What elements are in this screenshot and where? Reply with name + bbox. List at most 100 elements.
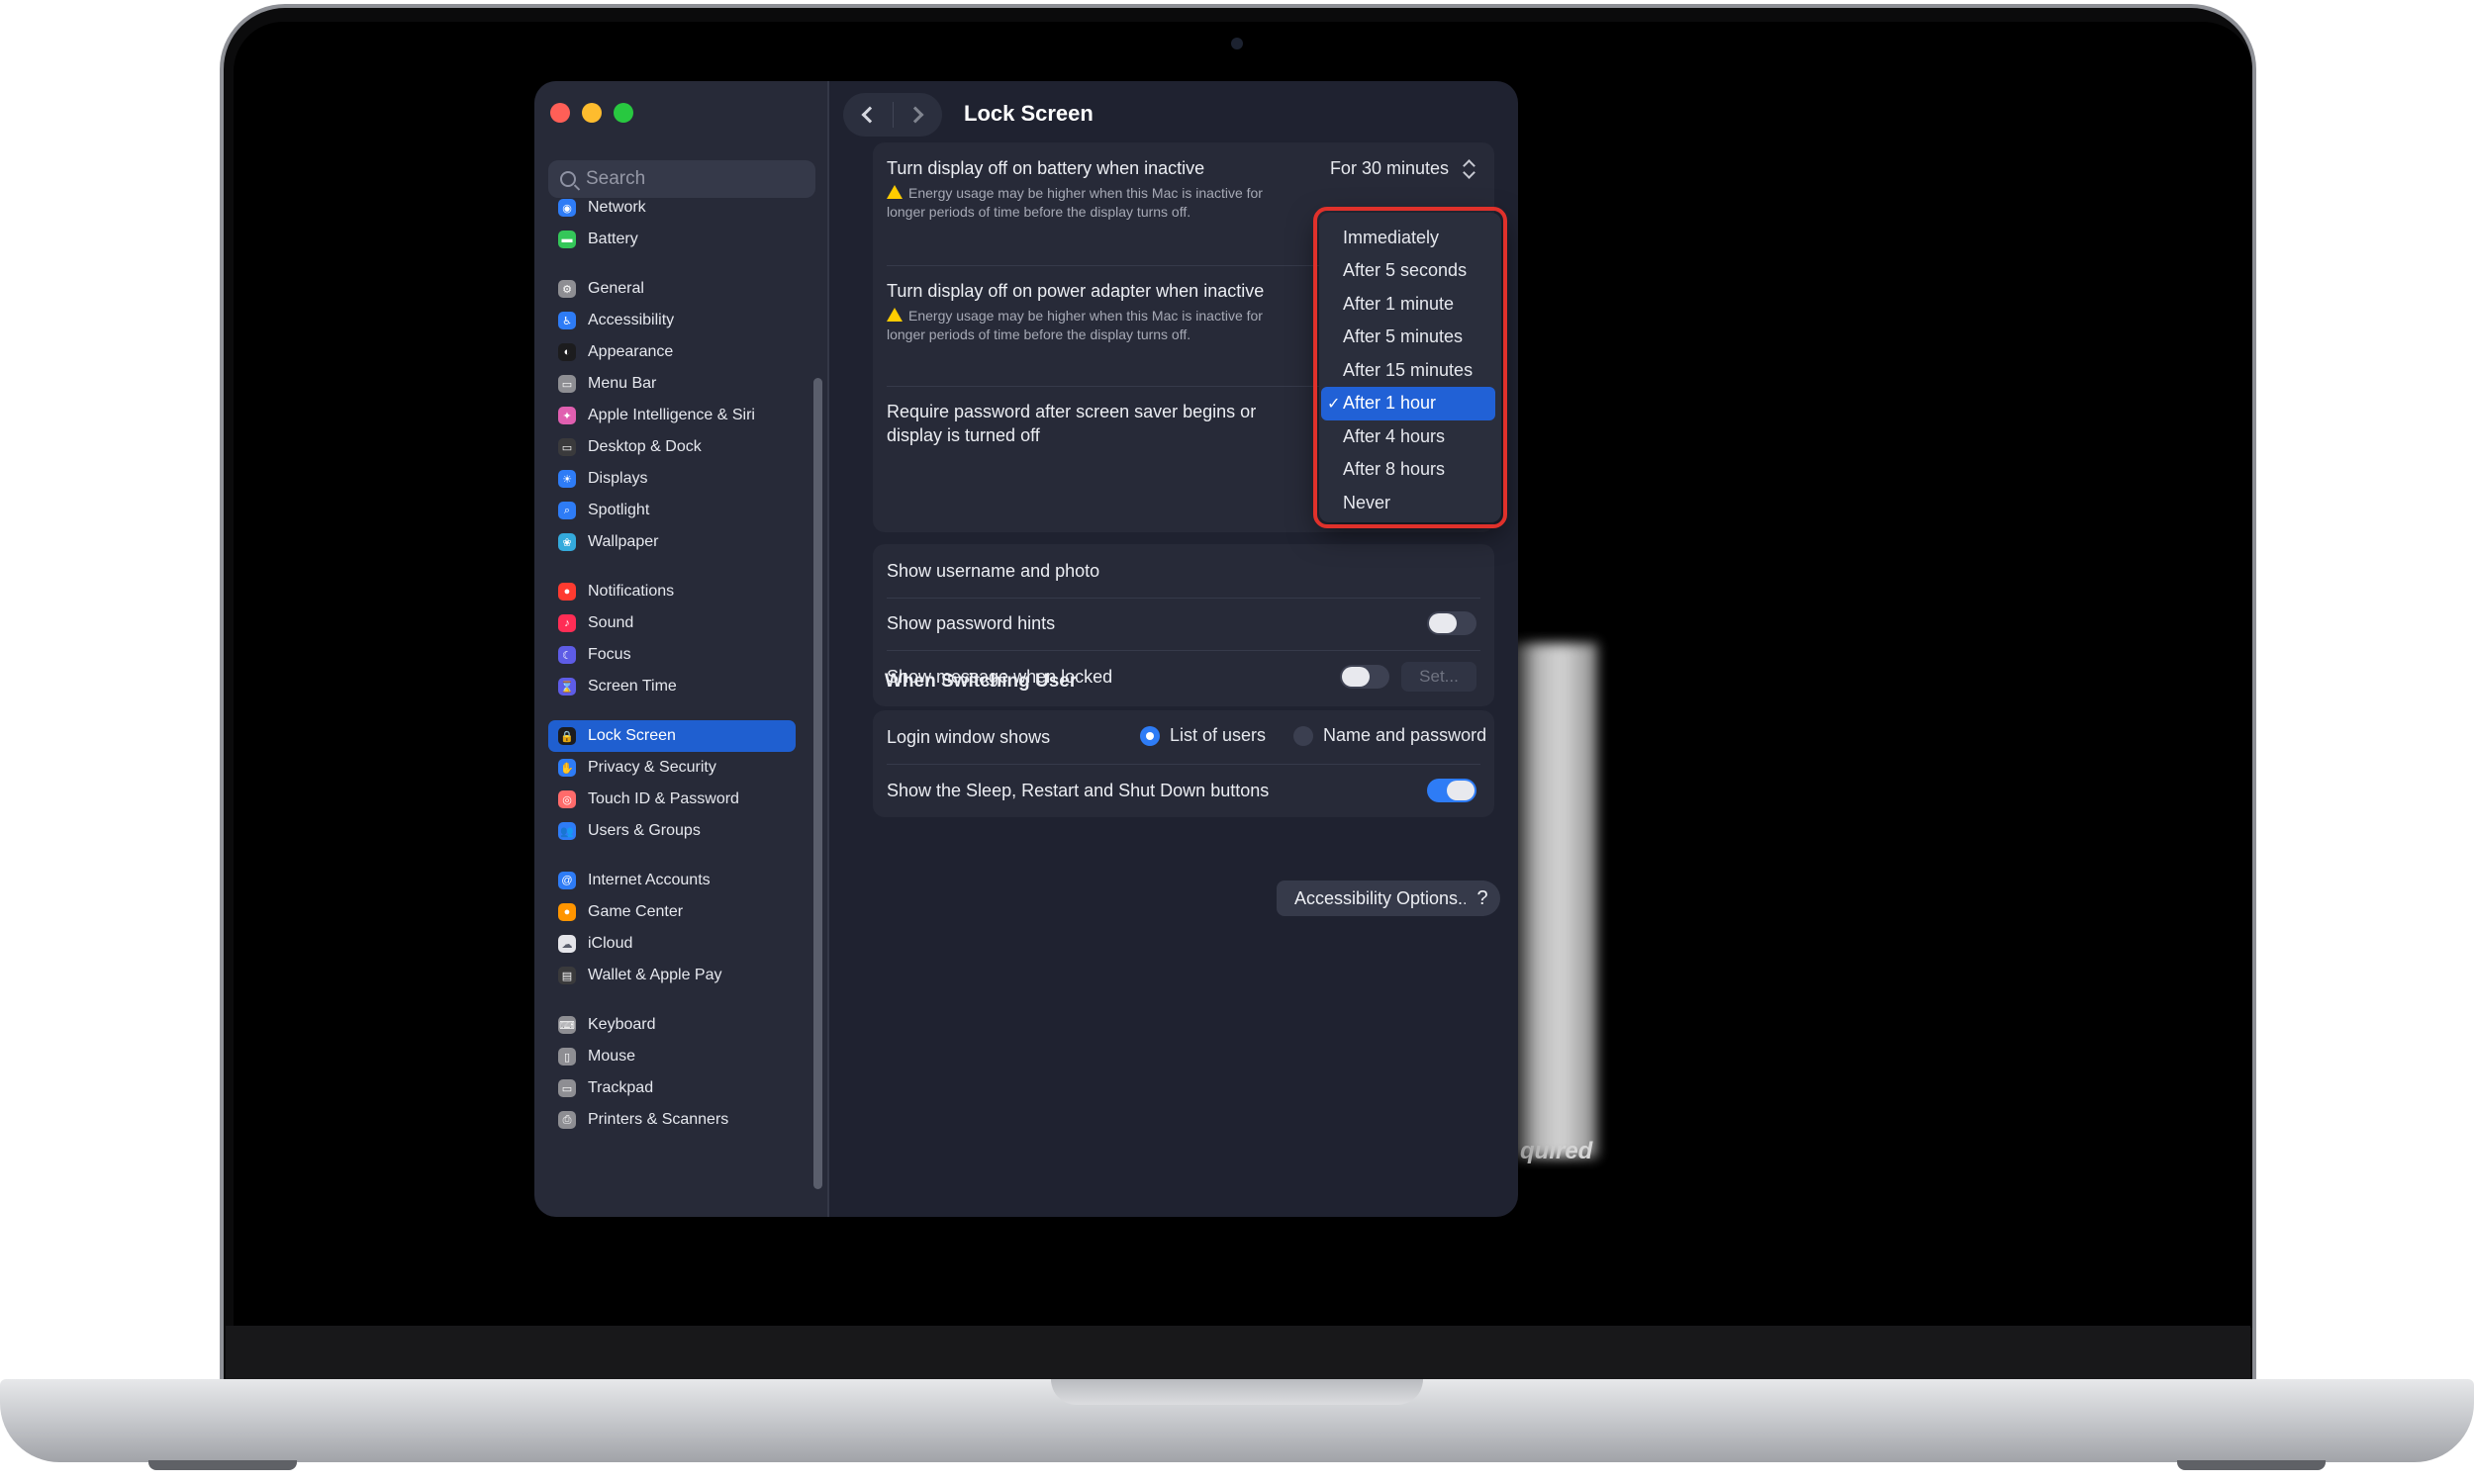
sidebar-item-focus[interactable]: ☾ Focus [548,639,796,671]
warning-icon [887,185,903,199]
sidebar-item-label: Trackpad [588,1079,654,1096]
sidebar-item-label: Menu Bar [588,375,657,392]
sidebar-item-label: Notifications [588,583,675,600]
sidebar-item-general[interactable]: ⚙ General [548,273,796,305]
toggle-knob [1429,613,1457,633]
sidebar-item-notifications[interactable]: ● Notifications [548,576,796,607]
sidebar-item-appearance[interactable]: ◐ Appearance [548,336,796,368]
sidebar-item-game-center[interactable]: ● Game Center [548,896,796,928]
sidebar-scrollbar[interactable] [813,378,822,1189]
fingerprint-icon: ◎ [558,790,576,808]
sidebar-item-network[interactable]: ◉ Network [548,192,796,224]
desktop-wallpaper-fragment [1508,643,1597,1158]
sidebar-item-label: Sound [588,614,634,631]
base-notch [1051,1379,1423,1405]
sidebar-item-screen-time[interactable]: ⌛ Screen Time [548,671,796,702]
sidebar-item-touch-id-password[interactable]: ◎ Touch ID & Password [548,784,796,815]
sidebar-item-label: Wallet & Apple Pay [588,967,722,983]
battery-icon: ▬ [558,231,576,248]
laptop-foot-right [2177,1460,2326,1470]
sidebar-item-wallet-apple-pay[interactable]: ▤ Wallet & Apple Pay [548,960,796,991]
search-input[interactable] [586,168,784,190]
sidebar-item-menu-bar[interactable]: ▭ Menu Bar [548,368,796,400]
row-divider [887,764,1480,765]
sidebar-item-displays[interactable]: ☀ Displays [548,463,796,495]
sidebar-item-label: Focus [588,646,631,663]
bottom-bezel [226,1326,2250,1381]
radio-name-and-password[interactable]: Name and password [1293,725,1486,746]
battery-display-off-popup[interactable]: For 30 minutes [1330,158,1476,179]
siri-icon: ✦ [558,407,576,424]
users-icon: 👥 [558,822,576,840]
sidebar-item-apple-intelligence-siri[interactable]: ✦ Apple Intelligence & Siri [548,400,796,431]
battery-display-off-note: Energy usage may be higher when this Mac… [887,185,1263,220]
radio-list-of-users[interactable]: List of users [1140,725,1266,746]
sidebar-item-label: Privacy & Security [588,759,716,776]
mouse-icon: ▯ [558,1048,576,1066]
row-divider [887,650,1480,651]
sidebar-item-label: Game Center [588,903,684,920]
toggle-knob [1342,667,1370,687]
show-hints-toggle[interactable] [1427,611,1476,635]
trackpad-icon: ▭ [558,1079,576,1097]
search-icon [560,171,576,187]
sidebar-item-privacy-security[interactable]: ✋ Privacy & Security [548,752,796,784]
sidebar-item-lock-screen[interactable]: 🔒 Lock Screen [548,720,796,752]
appearance-icon: ◐ [558,343,576,361]
sidebar-item-label: Displays [588,470,648,487]
close-button[interactable] [550,103,570,123]
laptop-foot-left [148,1460,297,1470]
toolbar: Lock Screen [831,81,1518,144]
camera-icon [1231,38,1243,49]
lock-icon: 🔒 [558,727,576,745]
accessibility-icon: ♿ [558,312,576,329]
sidebar-item-keyboard[interactable]: ⌨ Keyboard [548,1009,796,1041]
keyboard-icon: ⌨ [558,1016,576,1034]
help-button[interactable]: ? [1465,881,1500,916]
sidebar-item-battery[interactable]: ▬ Battery [548,224,796,255]
page-title: Lock Screen [964,101,1094,126]
chevron-right-icon [906,106,924,124]
require-password-title: Require password after screen saver begi… [887,402,1257,445]
sidebar-item-icloud[interactable]: ☁ iCloud [548,928,796,960]
sidebar-item-label: Users & Groups [588,822,701,839]
sidebar-item-desktop-dock[interactable]: ▭ Desktop & Dock [548,431,796,463]
gear-icon: ⚙ [558,280,576,298]
accessibility-options-button[interactable]: Accessibility Options... [1277,881,1491,916]
sidebar-item-trackpad[interactable]: ▭ Trackpad [548,1072,796,1104]
spotlight-icon: ⌕ [558,502,576,519]
at-icon: @ [558,872,576,889]
sidebar-item-mouse[interactable]: ▯ Mouse [548,1041,796,1072]
sidebar-item-label: Spotlight [588,502,650,518]
sleep-buttons-toggle[interactable] [1427,779,1476,802]
sidebar-item-users-groups[interactable]: 👥 Users & Groups [548,815,796,847]
sidebar-item-label: Touch ID & Password [588,790,739,807]
sidebar-item-sound[interactable]: ♪ Sound [548,607,796,639]
show-message-toggle[interactable] [1340,665,1389,689]
sidebar-item-label: iCloud [588,935,633,952]
sidebar: ◉ Network ▬ Battery ⚙ General ♿ Accessibility ◐ A… [534,81,829,1217]
radio-button [1293,725,1313,746]
notifications-icon: ● [558,583,576,601]
show-username-title: Show username and photo [887,561,1100,581]
sidebar-item-label: Wallpaper [588,533,659,550]
zoom-button[interactable] [614,103,633,123]
screen-time-icon: ⌛ [558,678,576,696]
chevron-left-icon [861,106,879,124]
sidebar-item-internet-accounts[interactable]: @ Internet Accounts [548,865,796,896]
sidebar-item-accessibility[interactable]: ♿ Accessibility [548,305,796,336]
focus-icon: ☾ [558,646,576,664]
minimize-button[interactable] [582,103,602,123]
set-message-button[interactable]: Set... [1401,662,1476,692]
sleep-buttons-title: Show the Sleep, Restart and Shut Down bu… [887,781,1270,800]
sound-icon: ♪ [558,614,576,632]
login-window-row: Login window shows List of users Name an… [873,725,1494,749]
sidebar-item-wallpaper[interactable]: ❀ Wallpaper [548,526,796,558]
sidebar-item-spotlight[interactable]: ⌕ Spotlight [548,495,796,526]
warning-icon [887,308,903,322]
forward-button[interactable] [893,93,942,137]
back-button[interactable] [843,93,893,137]
sidebar-item-printers-scanners[interactable]: ⎙ Printers & Scanners [548,1104,796,1136]
displays-icon: ☀ [558,470,576,488]
dock-icon: ▭ [558,438,576,456]
